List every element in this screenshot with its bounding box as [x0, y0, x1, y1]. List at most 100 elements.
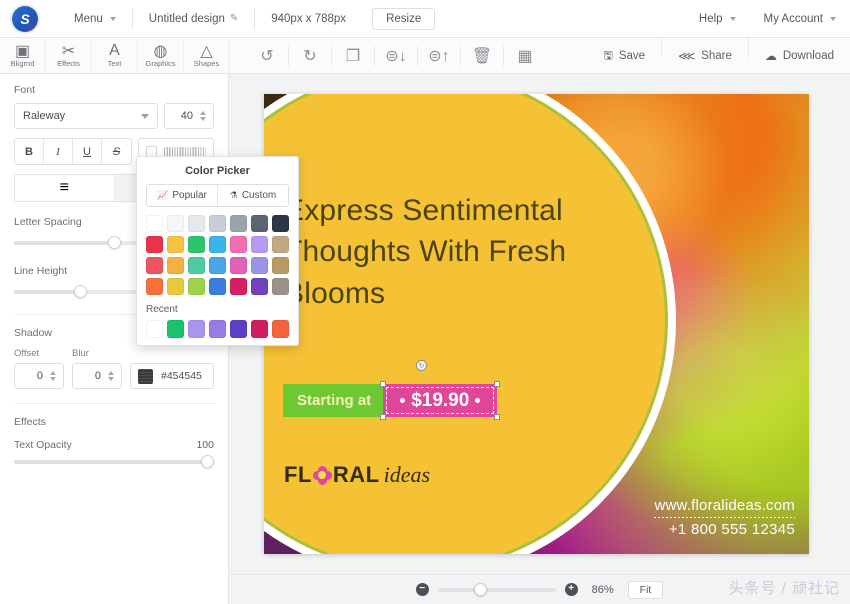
underline-button[interactable]: U [73, 139, 102, 164]
color-swatch[interactable] [167, 278, 184, 295]
color-swatch[interactable] [251, 257, 268, 274]
tool-tab-bkgrnd[interactable]: ▣ Bkgrnd [0, 38, 46, 73]
color-swatch[interactable] [188, 236, 205, 253]
zoom-out-icon[interactable]: − [416, 583, 429, 596]
blur-stepper[interactable] [104, 370, 117, 382]
stepper-down-icon[interactable] [108, 377, 114, 381]
stepper-down-icon[interactable] [200, 117, 206, 121]
selection-handle[interactable] [494, 414, 500, 420]
tab-popular[interactable]: 📈 Popular [147, 185, 218, 206]
color-swatch[interactable] [188, 257, 205, 274]
selection-handle[interactable] [380, 414, 386, 420]
app-logo[interactable]: S [12, 6, 38, 32]
font-size-input[interactable]: 40 [164, 103, 214, 129]
color-swatch[interactable] [146, 215, 163, 232]
recent-color-swatch[interactable] [272, 320, 289, 337]
pencil-icon[interactable]: ✎ [230, 13, 238, 24]
delete-button[interactable]: 🗑 [461, 38, 503, 74]
stepper-up-icon[interactable] [50, 371, 56, 375]
save-button[interactable]: 🖫 Save [587, 38, 661, 74]
shadow-offset-input[interactable]: 0 [14, 363, 64, 389]
zoom-in-icon[interactable]: + [565, 583, 578, 596]
color-swatch[interactable] [167, 257, 184, 274]
tab-custom[interactable]: ⚗ Custom [218, 185, 288, 206]
selection-handle[interactable] [380, 381, 386, 387]
slider-knob[interactable] [108, 236, 121, 249]
color-swatch[interactable] [272, 215, 289, 232]
color-swatch[interactable] [146, 257, 163, 274]
share-button[interactable]: ⋘ Share [662, 38, 748, 74]
zoom-slider[interactable] [438, 588, 556, 592]
italic-button[interactable]: I [44, 139, 73, 164]
grid-button[interactable]: ▦ [504, 38, 546, 74]
slider-knob[interactable] [74, 285, 87, 298]
color-swatch[interactable] [272, 278, 289, 295]
color-swatch[interactable] [209, 257, 226, 274]
recent-color-swatch[interactable] [188, 320, 205, 337]
shadow-blur-input[interactable]: 0 [72, 363, 122, 389]
color-swatch[interactable] [209, 215, 226, 232]
redo-button[interactable]: ↻ [289, 38, 331, 74]
color-swatch[interactable] [230, 278, 247, 295]
starting-at-label[interactable]: Starting at [283, 384, 383, 417]
stepper-down-icon[interactable] [50, 377, 56, 381]
color-swatch[interactable] [146, 236, 163, 253]
menu-button[interactable]: Menu [60, 0, 130, 38]
strikethrough-button[interactable]: S [102, 139, 131, 164]
color-swatch[interactable] [146, 278, 163, 295]
brand-logo[interactable]: FL RAL ideas [284, 462, 430, 488]
bring-forward-button[interactable]: ⊜↑ [418, 38, 460, 74]
canvas-area[interactable]: Express Sentimental Thoughts With Fresh … [229, 74, 850, 604]
color-swatch[interactable] [209, 236, 226, 253]
contact-block[interactable]: www.floralideas.com +1 800 555 12345 [654, 497, 795, 538]
tool-tab-shapes[interactable]: △ Shapes [184, 38, 230, 73]
color-swatch[interactable] [251, 215, 268, 232]
recent-color-swatch[interactable] [209, 320, 226, 337]
font-size-stepper[interactable] [196, 110, 209, 122]
color-swatch[interactable] [167, 236, 184, 253]
zoom-slider-knob[interactable] [474, 583, 487, 596]
shadow-color-button[interactable]: #454545 [130, 363, 214, 389]
color-swatch[interactable] [272, 236, 289, 253]
color-swatch[interactable] [251, 236, 268, 253]
rotate-handle[interactable]: ↻ [416, 360, 427, 371]
font-family-select[interactable]: Raleway [14, 103, 158, 129]
recent-color-swatch[interactable] [251, 320, 268, 337]
color-swatch[interactable] [188, 278, 205, 295]
account-menu[interactable]: My Account [750, 0, 850, 38]
design-title-field[interactable]: Untitled design ✎ [135, 0, 252, 38]
tool-tab-graphics[interactable]: ◍ Graphics [138, 38, 184, 73]
recent-color-swatch[interactable] [146, 320, 163, 337]
color-swatch[interactable] [272, 257, 289, 274]
send-backward-button[interactable]: ⊜↓ [375, 38, 417, 74]
resize-button[interactable]: Resize [372, 8, 435, 30]
recent-color-swatch[interactable] [230, 320, 247, 337]
color-swatch[interactable] [230, 215, 247, 232]
fit-button[interactable]: Fit [628, 581, 664, 599]
selection-handle[interactable] [494, 381, 500, 387]
recent-color-swatch[interactable] [167, 320, 184, 337]
undo-button[interactable]: ↺ [246, 38, 288, 74]
color-swatch[interactable] [167, 215, 184, 232]
help-menu[interactable]: Help [685, 0, 750, 38]
color-swatch[interactable] [251, 278, 268, 295]
price-text-box[interactable]: $19.90 [383, 384, 497, 417]
download-button[interactable]: ☁ Download [749, 38, 850, 74]
headline-text[interactable]: Express Sentimental Thoughts With Fresh … [284, 190, 574, 314]
offset-stepper[interactable] [46, 370, 59, 382]
tool-tab-effects[interactable]: ✂ Effects [46, 38, 92, 73]
duplicate-button[interactable]: ❐ [332, 38, 374, 74]
artboard[interactable]: Express Sentimental Thoughts With Fresh … [264, 94, 809, 554]
stepper-up-icon[interactable] [200, 111, 206, 115]
color-swatch[interactable] [209, 278, 226, 295]
align-text-button[interactable]: ≡ [15, 175, 115, 201]
text-opacity-slider[interactable] [14, 454, 214, 470]
color-swatch[interactable] [230, 257, 247, 274]
tool-tab-text[interactable]: A Text [92, 38, 138, 73]
slider-knob[interactable] [201, 455, 214, 468]
price-banner[interactable]: Starting at $19.90 [283, 384, 497, 417]
bold-button[interactable]: B [15, 139, 44, 164]
color-swatch[interactable] [188, 215, 205, 232]
color-swatch[interactable] [230, 236, 247, 253]
stepper-up-icon[interactable] [108, 371, 114, 375]
